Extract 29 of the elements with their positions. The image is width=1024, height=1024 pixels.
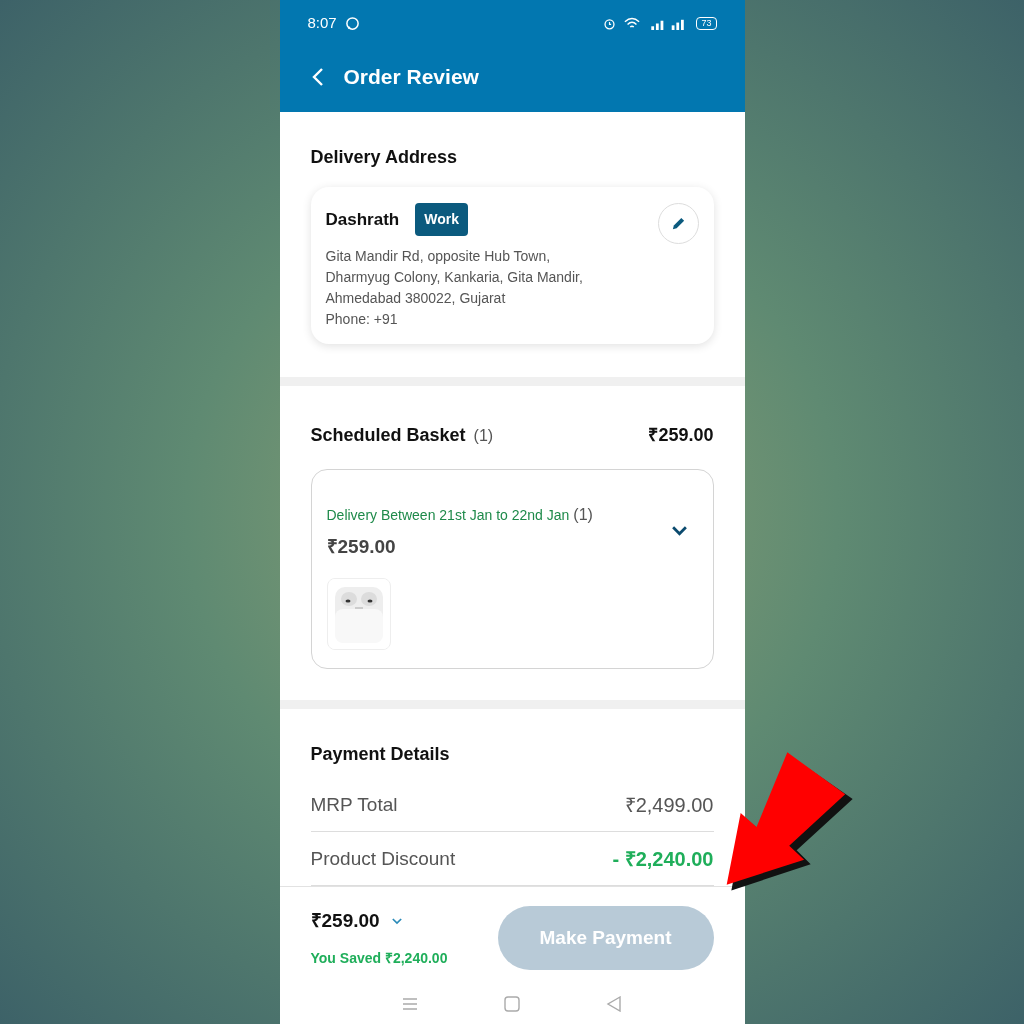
wifi-icon: [624, 16, 641, 30]
back-icon[interactable]: [605, 995, 622, 1012]
payment-label: Product Discount: [310, 846, 456, 871]
battery-indicator: 73: [696, 16, 717, 30]
address-line: Ahmedabad 380022, Gujarat: [325, 289, 507, 309]
payment-label: MRP Total: [310, 792, 398, 817]
item-count: (1): [473, 426, 494, 447]
recipient-name: Dashrath: [325, 209, 400, 232]
order-total: ₹259.00: [310, 909, 380, 934]
pencil-icon: [670, 216, 686, 232]
home-icon[interactable]: [504, 995, 520, 1012]
payment-value: ₹2,499.00: [624, 792, 714, 818]
page-title: Order Review: [343, 64, 479, 91]
section-title: Scheduled Basket: [310, 424, 466, 448]
savings-text: You Saved ₹2,240.00: [310, 948, 448, 968]
address-line: Gita Mandir Rd, opposite Hub Town,: [325, 247, 552, 267]
alarm-icon: [603, 16, 617, 30]
status-time: 8:07: [307, 12, 337, 33]
address-tag: Work: [415, 203, 468, 237]
chevron-down-icon[interactable]: [670, 525, 688, 537]
section-title: Delivery Address: [310, 146, 458, 170]
delivery-count: (1): [573, 505, 593, 526]
address-line: Phone: +91: [325, 310, 399, 330]
basket-total: ₹259.00: [648, 424, 714, 448]
delivery-window: Delivery Between 21st Jan to 22nd Jan: [326, 505, 570, 527]
section-title: Payment Details: [310, 743, 451, 767]
payment-value: - ₹2,240.00: [612, 846, 714, 872]
address-line: Dharmyug Colony, Kankaria, Gita Mandir,: [325, 268, 583, 288]
delivery-price: ₹259.00: [326, 535, 397, 560]
